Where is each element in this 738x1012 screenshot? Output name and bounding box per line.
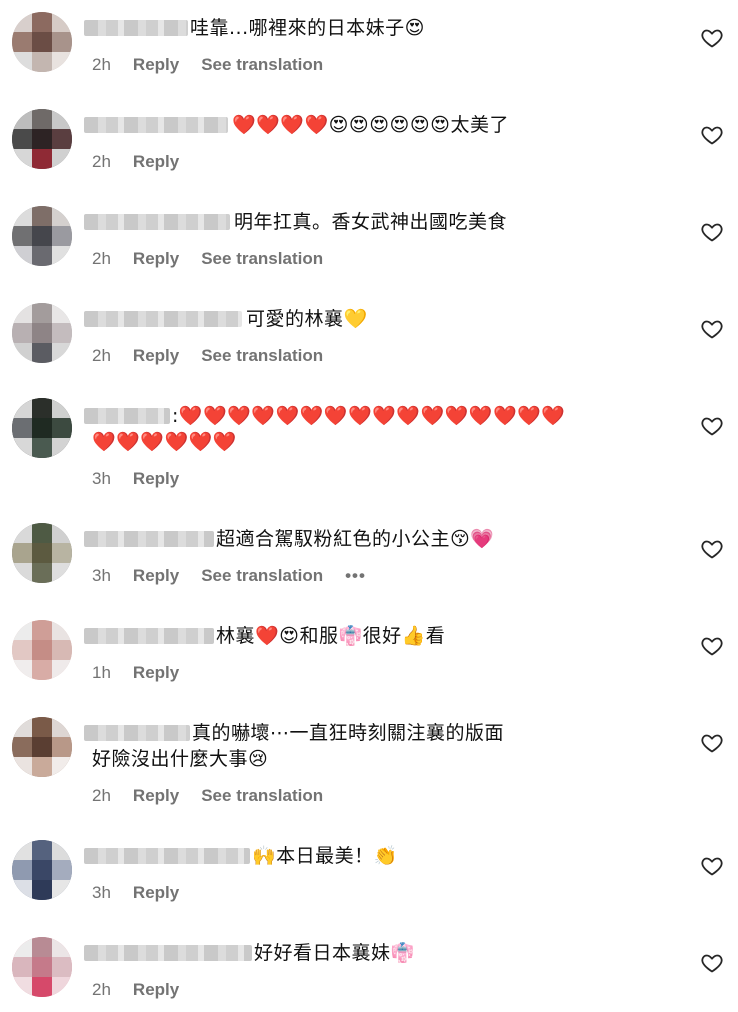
comment-text: 好好看日本襄妹👘 — [254, 942, 415, 964]
username[interactable] — [84, 725, 190, 741]
comment-time: 3h — [92, 566, 111, 585]
username[interactable] — [84, 311, 242, 327]
username[interactable] — [84, 408, 170, 424]
reply-button[interactable]: Reply — [133, 249, 179, 269]
comment-meta: 2h Reply See translation — [92, 784, 345, 808]
comment-text-line2: 好險沒出什麼大事😢 — [92, 748, 269, 770]
see-translation-button[interactable]: See translation — [201, 55, 323, 75]
like-heart-icon[interactable] — [700, 731, 724, 755]
comment-meta: 3h Reply — [92, 881, 201, 905]
comment-meta: 3h Reply See translation ••• — [92, 564, 388, 588]
comment-text: 哇靠...哪裡來的日本妹子😍 — [190, 17, 425, 39]
comment-meta: 2h Reply — [92, 978, 201, 1002]
like-heart-icon[interactable] — [700, 537, 724, 561]
reply-button[interactable]: Reply — [133, 883, 179, 903]
reply-button[interactable]: Reply — [133, 469, 179, 489]
like-heart-icon[interactable] — [700, 123, 724, 147]
comment-time: 2h — [92, 980, 111, 999]
username[interactable] — [84, 945, 252, 961]
more-options-button[interactable]: ••• — [345, 566, 366, 586]
username[interactable] — [84, 531, 214, 547]
like-heart-icon[interactable] — [700, 414, 724, 438]
username[interactable] — [84, 20, 188, 36]
comment-time: 3h — [92, 883, 111, 902]
avatar[interactable] — [12, 303, 72, 363]
reply-button[interactable]: Reply — [133, 663, 179, 683]
like-heart-icon[interactable] — [700, 951, 724, 975]
like-heart-icon[interactable] — [700, 854, 724, 878]
username[interactable] — [84, 848, 250, 864]
reply-button[interactable]: Reply — [133, 152, 179, 172]
comment-meta: 3h Reply — [92, 467, 201, 491]
comment-text: 明年扛真。香女武神出國吃美食 — [234, 211, 508, 233]
comment-time: 2h — [92, 346, 111, 365]
reply-button[interactable]: Reply — [133, 786, 179, 806]
avatar[interactable] — [12, 398, 72, 458]
comment-time: 2h — [92, 55, 111, 74]
comment-meta: 2h Reply — [92, 150, 201, 174]
comment-meta: 1h Reply — [92, 661, 201, 685]
see-translation-button[interactable]: See translation — [201, 346, 323, 366]
reply-button[interactable]: Reply — [133, 346, 179, 366]
comment-time: 2h — [92, 786, 111, 805]
like-heart-icon[interactable] — [700, 220, 724, 244]
avatar[interactable] — [12, 523, 72, 583]
avatar[interactable] — [12, 937, 72, 997]
avatar[interactable] — [12, 109, 72, 169]
comment-text: 🙌本日最美！👏 — [252, 845, 398, 867]
see-translation-button[interactable]: See translation — [201, 249, 323, 269]
reply-button[interactable]: Reply — [133, 566, 179, 586]
comment-meta: 2h Reply See translation — [92, 247, 345, 271]
comment-meta: 2h Reply See translation — [92, 344, 345, 368]
see-translation-button[interactable]: See translation — [201, 786, 323, 806]
comment-time: 2h — [92, 249, 111, 268]
reply-button[interactable]: Reply — [133, 980, 179, 1000]
avatar[interactable] — [12, 620, 72, 680]
avatar[interactable] — [12, 206, 72, 266]
comment-time: 1h — [92, 663, 111, 682]
comment-time: 2h — [92, 152, 111, 171]
comment-text-line2: ❤️❤️❤️❤️❤️❤️ — [92, 431, 237, 453]
avatar[interactable] — [12, 717, 72, 777]
like-heart-icon[interactable] — [700, 317, 724, 341]
reply-button[interactable]: Reply — [133, 55, 179, 75]
comment-text: ❤️❤️❤️❤️😍😍😍😍😍😍太美了 — [232, 114, 509, 136]
like-heart-icon[interactable] — [700, 634, 724, 658]
username[interactable] — [84, 117, 228, 133]
avatar[interactable] — [12, 840, 72, 900]
like-heart-icon[interactable] — [700, 26, 724, 50]
comment-text: 可愛的林襄💛 — [246, 308, 368, 330]
see-translation-button[interactable]: See translation — [201, 566, 323, 586]
username[interactable] — [84, 214, 230, 230]
username[interactable] — [84, 628, 214, 644]
comment-meta: 2h Reply See translation — [92, 53, 345, 77]
comment-text: 林襄❤️😍和服👘很好👍看 — [216, 625, 446, 647]
comment-time: 3h — [92, 469, 111, 488]
avatar[interactable] — [12, 12, 72, 72]
comment-text: 超適合駕馭粉紅色的小公主😚💗 — [216, 528, 495, 550]
